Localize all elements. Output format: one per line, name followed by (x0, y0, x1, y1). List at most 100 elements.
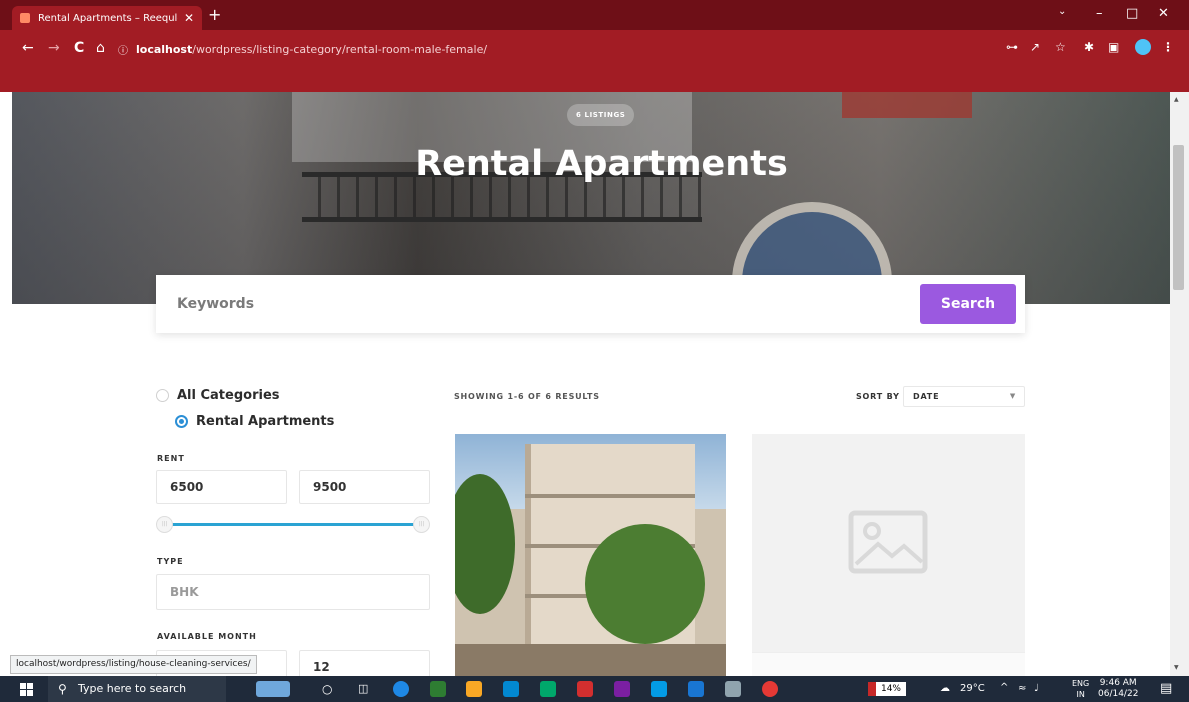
minimize-button[interactable]: – (1096, 6, 1103, 21)
taskbar-search[interactable]: ⚲ Type here to search (48, 676, 226, 702)
forward-button[interactable]: → (48, 40, 60, 56)
building-floor-line (525, 494, 695, 498)
taskbar: ⚲ Type here to search ○ ◫ 14% ☁ 29°C ^ ≈… (0, 676, 1189, 702)
language-indicator[interactable]: ENG IN (1072, 678, 1089, 700)
terminal-icon[interactable] (651, 681, 667, 697)
chevron-up-icon[interactable]: ^ (1000, 682, 1008, 693)
tab-close-icon[interactable]: ✕ (184, 11, 194, 25)
radio-unchecked-icon[interactable] (156, 389, 169, 402)
address-bar[interactable]: ⓘ localhost /wordpress/listing-category/… (118, 38, 998, 60)
category-label: All Categories (177, 388, 280, 403)
page-viewport: 6 LISTINGS Rental Apartments Search All … (0, 92, 1170, 676)
url-path: /wordpress/listing-category/rental-room-… (192, 42, 488, 56)
clock[interactable]: 9:46 AM 06/14/22 (1098, 678, 1138, 700)
keywords-input[interactable] (156, 275, 906, 333)
chevron-down-icon: ▼ (1009, 392, 1016, 400)
sort-by-label: SORT BY (856, 392, 900, 401)
search-icon: ⚲ (58, 682, 67, 696)
home-button[interactable]: ⌂ (96, 40, 105, 56)
weather-icon[interactable]: ☁ (940, 683, 950, 694)
sort-select[interactable]: DATE ▼ (903, 386, 1025, 407)
star-icon[interactable]: ☆ (1055, 40, 1066, 54)
news-widget-icon[interactable] (256, 681, 290, 697)
cortana-icon[interactable]: ○ (322, 682, 332, 696)
tree-left (455, 474, 515, 614)
mail-icon[interactable] (503, 681, 519, 697)
close-window-button[interactable]: ✕ (1158, 6, 1169, 21)
mcafee-icon[interactable] (577, 681, 593, 697)
battery-indicator[interactable]: 14% (868, 682, 906, 696)
share-icon[interactable]: ↗ (1030, 40, 1040, 54)
new-tab-button[interactable]: + (208, 5, 221, 24)
category-rental-apartments-option[interactable]: Rental Apartments (175, 414, 334, 429)
rent-label: RENT (157, 454, 185, 463)
tree-right (585, 524, 705, 644)
scroll-up-icon[interactable]: ▲ (1174, 96, 1179, 103)
network-icon[interactable]: ≈ (1018, 683, 1026, 694)
tab-title: Rental Apartments – Reequle (38, 12, 178, 24)
url-host: localhost (136, 42, 193, 56)
volume-icon[interactable]: ♩ (1034, 683, 1039, 694)
image-placeholder-icon (848, 510, 928, 574)
weather-temp[interactable]: 29°C (960, 683, 985, 694)
listings-count-badge: 6 LISTINGS (567, 104, 635, 126)
listing-card-placeholder[interactable] (752, 434, 1025, 676)
language-line1: ENG (1072, 679, 1090, 688)
scroll-down-icon[interactable]: ▼ (1174, 664, 1179, 671)
task-view-icon[interactable]: ◫ (358, 682, 368, 695)
rent-max-input[interactable]: 9500 (299, 470, 430, 504)
chrome-icon[interactable] (762, 681, 778, 697)
sort-value: DATE (913, 392, 940, 401)
xbox-icon[interactable] (430, 681, 446, 697)
screen: Rental Apartments – Reequle ✕ + ⌄ – □ ✕ … (0, 0, 1189, 702)
reload-button[interactable]: C (74, 40, 84, 56)
tab-search-icon[interactable]: ⌄ (1058, 6, 1066, 17)
ground (455, 644, 726, 676)
clock-date: 06/14/22 (1098, 689, 1139, 699)
category-label: Rental Apartments (196, 414, 335, 429)
back-button[interactable]: ← (22, 40, 34, 56)
page-title: Rental Apartments (415, 144, 788, 184)
month-max-input[interactable]: 12 (299, 650, 430, 676)
edge-icon[interactable] (393, 681, 409, 697)
results-count: SHOWING 1-6 OF 6 RESULTS (454, 392, 600, 401)
extensions-icon[interactable]: ✱ (1084, 40, 1094, 54)
hero-banner: 6 LISTINGS Rental Apartments (12, 92, 1170, 312)
app-icon[interactable] (725, 681, 741, 697)
file-explorer-icon[interactable] (466, 681, 482, 697)
rent-slider-min-handle[interactable]: ||| (156, 516, 173, 533)
vscode-icon[interactable] (688, 681, 704, 697)
taskbar-search-placeholder: Type here to search (78, 682, 187, 695)
tab-strip: Rental Apartments – Reequle ✕ + ⌄ – □ ✕ (0, 0, 1189, 30)
listing-card-footer (752, 652, 1025, 676)
windows-start-icon[interactable] (20, 683, 33, 696)
ide-icon[interactable] (614, 681, 630, 697)
listing-card-image[interactable] (455, 434, 726, 676)
browser-tab[interactable]: Rental Apartments – Reequle ✕ (12, 6, 202, 30)
key-icon[interactable]: ⊶ (1006, 40, 1018, 54)
type-input[interactable]: BHK (156, 574, 430, 610)
profile-icon[interactable] (1135, 39, 1151, 55)
search-button[interactable]: Search (920, 284, 1016, 324)
restore-button[interactable]: □ (1126, 6, 1138, 21)
link-status-url: localhost/wordpress/listing/house-cleani… (10, 655, 257, 674)
category-all-option[interactable]: All Categories (156, 388, 280, 403)
hero-photo-awning (842, 92, 972, 118)
type-label: TYPE (157, 557, 184, 566)
browser-toolbar: ← → C ⌂ ⓘ localhost /wordpress/listing-c… (0, 30, 1189, 92)
site-info-icon[interactable]: ⓘ (118, 42, 128, 57)
available-month-label: AVAILABLE MONTH (157, 632, 257, 641)
rent-slider-max-handle[interactable]: ||| (413, 516, 430, 533)
notifications-icon[interactable]: ▤ (1160, 681, 1172, 696)
language-line2: IN (1076, 690, 1085, 699)
rent-slider-track[interactable] (164, 523, 421, 526)
app-l-icon[interactable] (540, 681, 556, 697)
rent-min-input[interactable]: 6500 (156, 470, 287, 504)
clock-time: 9:46 AM (1099, 678, 1137, 688)
scrollbar-thumb[interactable] (1173, 145, 1184, 290)
favicon-icon (20, 13, 30, 23)
sidepanel-icon[interactable]: ▣ (1108, 40, 1119, 54)
menu-icon[interactable]: ⋮ (1162, 40, 1174, 54)
search-bar: Search (156, 275, 1025, 333)
radio-checked-icon[interactable] (175, 415, 188, 428)
